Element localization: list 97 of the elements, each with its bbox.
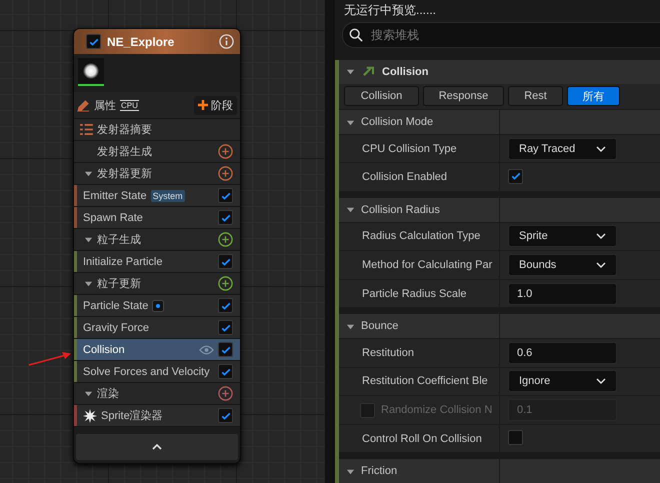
checkbox[interactable] (218, 408, 233, 423)
dropdown[interactable]: Bounds (508, 254, 617, 276)
filter-button[interactable]: 所有 (567, 86, 620, 106)
chevron-icon (596, 262, 606, 268)
sprite-thumbnail[interactable] (78, 58, 104, 86)
expand-triangle-icon[interactable] (346, 322, 355, 331)
module-badge: System (150, 190, 185, 202)
caret-icon (152, 444, 162, 450)
module-label: Gravity Force (83, 322, 150, 334)
chevron-icon (596, 378, 606, 384)
module-label: Solve Forces and Velocity (83, 366, 210, 378)
dropdown[interactable]: Ignore (508, 370, 617, 392)
stage-label: 发射器更新 (97, 166, 153, 181)
module-label: Sprite渲染器 (101, 408, 163, 423)
check-icon (510, 170, 522, 182)
sparkle-icon (83, 408, 97, 422)
module-row[interactable]: Solve Forces and Velocity (74, 361, 240, 383)
pencil-icon (77, 98, 90, 112)
module-label: Particle State (83, 300, 148, 312)
module-arrow-icon (363, 66, 374, 78)
expand-triangle-icon[interactable] (346, 118, 355, 127)
expand-triangle-icon[interactable] (346, 205, 355, 214)
expand-triangle-icon[interactable] (346, 466, 355, 476)
property-label: Collision Enabled (362, 171, 447, 184)
add-icon[interactable] (218, 232, 233, 247)
category-title[interactable]: Collision Mode (361, 116, 434, 128)
info-icon[interactable] (219, 34, 234, 49)
filter-button[interactable]: Response (423, 86, 504, 106)
expand-triangle-icon[interactable] (84, 279, 93, 288)
plus-icon (198, 100, 208, 110)
property-label: Radius Calculation Type (362, 230, 480, 242)
checkbox[interactable] (218, 298, 233, 313)
property-label: Restitution Coefficient Ble (362, 375, 488, 388)
checkbox[interactable] (360, 402, 375, 418)
checkbox[interactable] (218, 188, 233, 203)
module-label: Spawn Rate (83, 212, 143, 224)
stage-label: 粒子生成 (97, 233, 142, 247)
expand-triangle-icon[interactable] (84, 389, 93, 398)
module-label: Collision (83, 344, 125, 356)
property-label: Control Roll On Collision (362, 432, 482, 445)
checkbox[interactable] (508, 430, 523, 446)
add-icon[interactable] (218, 386, 233, 401)
number-field[interactable]: 1.0 (508, 282, 617, 305)
filter-button[interactable]: Rest (508, 86, 563, 106)
module-label: Emitter State (83, 190, 147, 202)
property-label: Particle Radius Scale (362, 288, 467, 300)
module-row[interactable]: Initialize Particle (74, 251, 240, 273)
property-label: Randomize Collision N (381, 404, 492, 416)
checkbox[interactable] (218, 342, 233, 357)
preview-status: 无运行中预览...... (344, 2, 436, 18)
expand-triangle-icon[interactable] (84, 235, 93, 244)
checkbox[interactable] (218, 364, 233, 379)
list-icon (80, 124, 93, 135)
checkbox[interactable] (218, 254, 233, 269)
filter-button[interactable]: Collision (344, 86, 419, 106)
module-label: Initialize Particle (83, 256, 162, 268)
add-icon[interactable] (218, 144, 233, 159)
number-field[interactable]: 0.6 (508, 342, 617, 364)
sim-target-label: CPU (120, 100, 139, 110)
category-title[interactable]: Collision Radius (361, 204, 440, 216)
properties-label[interactable]: 属性 (94, 98, 116, 112)
node-title: NE_Explore (107, 34, 176, 48)
module-row[interactable]: Gravity Force (74, 317, 240, 339)
dot-badge-icon (152, 300, 164, 312)
add-icon[interactable] (218, 166, 233, 181)
checkbox[interactable] (508, 168, 523, 184)
dropdown[interactable]: Ray Traced (508, 138, 617, 160)
pointer-arrow (28, 350, 72, 366)
module-row[interactable]: Collision (74, 339, 240, 361)
property-label: CPU Collision Type (362, 142, 457, 155)
stage-label: 粒子更新 (97, 276, 142, 291)
checkbox[interactable] (218, 210, 233, 225)
add-icon[interactable] (218, 276, 233, 291)
expand-triangle-icon[interactable] (346, 67, 355, 76)
chevron-icon (596, 146, 606, 152)
search-field[interactable]: 搜索堆栈 (342, 22, 660, 48)
dropdown[interactable]: Sprite (508, 225, 617, 248)
chevron-icon (596, 233, 606, 240)
emitter-node[interactable]: NE_Explore 属性 CPU 阶段 发射器摘要 发射器生成 发射器更新 Emitter State System Spawn Rate 粒子生成 Initialize Particle 粒子更新 Particle State Gravity Force Collision Solve Forces and Velocity 渲染 Sprite渲染器 (73, 28, 241, 464)
eye-icon[interactable] (199, 344, 214, 354)
stage-label: 发射器生成 (97, 145, 153, 159)
stage-label: 渲染 (97, 386, 120, 401)
add-stage-button[interactable]: 阶段 (194, 96, 237, 114)
search-input[interactable]: 搜索堆栈 (369, 27, 613, 43)
property-label: Restitution (362, 346, 414, 359)
section-title: Collision (382, 66, 428, 78)
checkbox[interactable] (218, 320, 233, 335)
search-icon (349, 28, 363, 42)
module-row[interactable]: Particle State (74, 295, 240, 317)
property-label: Method for Calculating Par (362, 259, 492, 272)
module-row[interactable]: Sprite渲染器 (74, 405, 240, 427)
category-title[interactable]: Bounce (361, 320, 398, 332)
checkbox[interactable] (86, 34, 101, 49)
module-row[interactable]: Spawn Rate (74, 207, 240, 229)
module-row[interactable]: Emitter State System (74, 185, 240, 207)
expand-triangle-icon[interactable] (84, 169, 93, 178)
category-title[interactable]: Friction (361, 465, 398, 478)
